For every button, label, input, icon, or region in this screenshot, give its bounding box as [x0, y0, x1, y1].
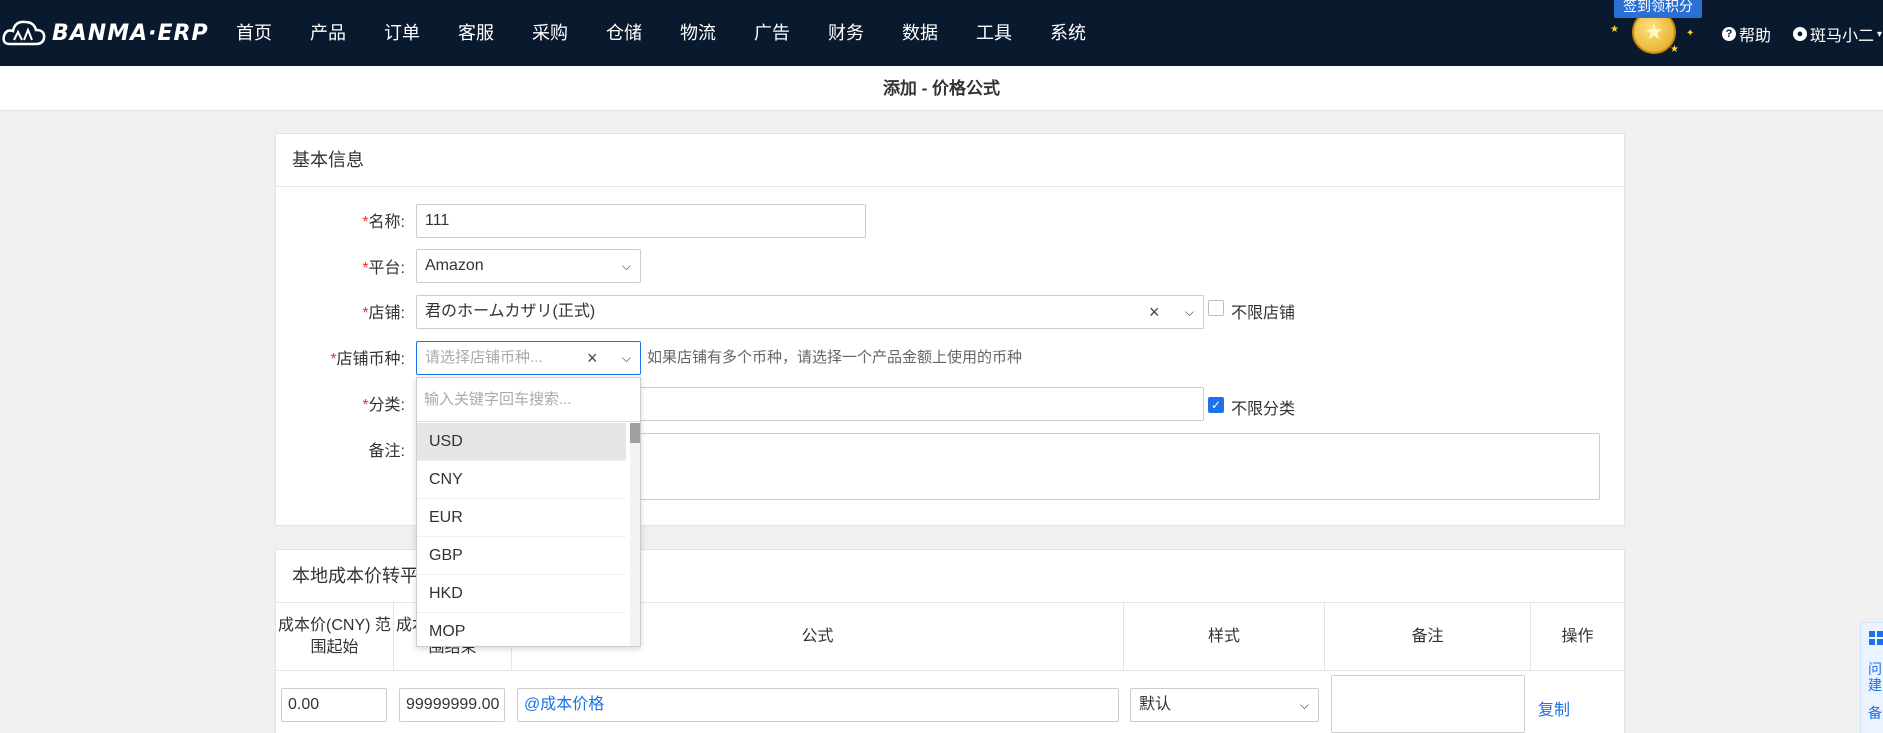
platform-label-text: 平台:: [368, 260, 405, 277]
chevron-down-icon: ▾: [1877, 28, 1883, 40]
col-remark-header: 备注: [1325, 603, 1531, 671]
option-hkd[interactable]: HKD: [417, 575, 626, 613]
name-input[interactable]: 111: [416, 204, 866, 238]
help-label: 帮助: [1739, 28, 1772, 45]
menu-finance[interactable]: 财务: [828, 0, 864, 66]
question-icon: ?: [1722, 27, 1736, 41]
range-end-input[interactable]: 99999999.00: [399, 688, 505, 722]
menu-home[interactable]: 首页: [236, 0, 272, 66]
menu-purchase[interactable]: 采购: [532, 0, 568, 66]
category-unlimited-label: 不限分类: [1231, 401, 1296, 418]
widget-text-2: 备: [1868, 705, 1882, 721]
help-link[interactable]: ? 帮助: [1722, 22, 1771, 46]
formula-input[interactable]: @成本价格: [517, 688, 1119, 722]
shop-label: *店铺:: [265, 299, 405, 323]
feedback-widget[interactable]: 问建 备: [1860, 622, 1883, 733]
remark-label: 备注:: [368, 443, 405, 460]
platform-select[interactable]: Amazon ⌵: [416, 249, 641, 283]
sparkle-icon: ★: [1670, 44, 1679, 55]
dropdown-options: USD CNY EUR GBP HKD MOP: [417, 423, 630, 646]
grid-icon: [1869, 631, 1883, 645]
platform-value: Amazon: [425, 257, 484, 274]
col-style-header: 样式: [1124, 603, 1325, 671]
option-mop[interactable]: MOP: [417, 613, 626, 646]
option-eur[interactable]: EUR: [417, 499, 626, 537]
style-value: 默认: [1139, 696, 1172, 713]
page-title: 添加 - 价格公式: [0, 66, 1883, 111]
top-navbar: BANMA·ERP 首页 产品 订单 客服 采购 仓储 物流 广告 财务 数据 …: [0, 0, 1883, 66]
option-gbp[interactable]: GBP: [417, 537, 626, 575]
currency-label-text: 店铺币种:: [336, 351, 405, 368]
chevron-down-icon: ⌵: [621, 259, 631, 273]
checkin-badge[interactable]: ★ 签到领积分 ★ ★ ✦: [1594, 0, 1704, 60]
menu-products[interactable]: 产品: [310, 0, 346, 66]
menu-system[interactable]: 系统: [1050, 0, 1086, 66]
menu-data[interactable]: 数据: [902, 0, 938, 66]
main-menu: 首页 产品 订单 客服 采购 仓储 物流 广告 财务 数据 工具 系统: [236, 0, 1124, 66]
shop-select[interactable]: 君のホームカザリ(正式) × ⌵: [416, 295, 1204, 329]
user-icon: ●: [1793, 27, 1807, 41]
menu-logistics[interactable]: 物流: [680, 0, 716, 66]
menu-ads[interactable]: 广告: [754, 0, 790, 66]
dropdown-search-input[interactable]: 输入关键字回车搜索...: [417, 378, 640, 422]
logo[interactable]: BANMA·ERP: [2, 14, 209, 52]
shop-value: 君のホームカザリ(正式): [425, 303, 596, 320]
copy-row-link[interactable]: 复制: [1538, 696, 1570, 720]
menu-service[interactable]: 客服: [458, 0, 494, 66]
checkin-badge-label: 签到领积分: [1614, 0, 1702, 18]
currency-label: *店铺币种:: [265, 345, 405, 369]
category-label-text: 分类:: [368, 397, 405, 414]
currency-hint: 如果店铺有多个币种，请选择一个产品金额上使用的币种: [647, 349, 1023, 366]
menu-tools[interactable]: 工具: [976, 0, 1012, 66]
basic-info-heading: 基本信息: [276, 134, 1624, 187]
sparkle-icon: ★: [1610, 24, 1619, 35]
chevron-down-icon: ⌵: [1299, 698, 1309, 712]
name-label: *名称:: [265, 208, 405, 232]
name-label-text: 名称:: [368, 214, 405, 231]
user-name: 斑马小二: [1810, 28, 1875, 45]
logo-text: BANMA·ERP: [52, 20, 209, 46]
option-usd[interactable]: USD: [417, 423, 626, 461]
menu-warehouse[interactable]: 仓储: [606, 0, 642, 66]
chevron-down-icon: ⌵: [1184, 305, 1194, 319]
chevron-down-icon: ⌵: [621, 351, 631, 365]
shop-unlimited-checkbox[interactable]: [1208, 300, 1224, 316]
category-unlimited-checkbox[interactable]: ✓: [1208, 397, 1224, 413]
currency-select[interactable]: 请选择店铺币种... × ⌵: [416, 341, 641, 375]
dropdown-scrollbar[interactable]: [630, 423, 640, 646]
col-ops-header: 操作: [1561, 628, 1594, 645]
menu-orders[interactable]: 订单: [384, 0, 420, 66]
widget-text-1: 问建: [1868, 661, 1882, 693]
clear-icon[interactable]: ×: [587, 342, 598, 374]
cloud-logo-icon: [2, 20, 46, 46]
dropdown-scroll-thumb[interactable]: [630, 423, 640, 443]
shop-label-text: 店铺:: [368, 305, 405, 322]
row-remark-input[interactable]: [1331, 675, 1525, 733]
category-label: *分类:: [265, 391, 405, 415]
currency-dropdown: 输入关键字回车搜索... USD CNY EUR GBP HKD MOP: [416, 377, 641, 647]
col-start-header: 成本价(CNY) 范围起始: [276, 603, 394, 671]
clear-icon[interactable]: ×: [1149, 296, 1160, 328]
user-menu[interactable]: ● 斑马小二 ▾: [1793, 22, 1882, 46]
range-start-input[interactable]: 0.00: [281, 688, 387, 722]
sparkle-icon: ✦: [1686, 28, 1695, 39]
shop-unlimited-label: 不限店铺: [1231, 305, 1296, 322]
currency-placeholder: 请选择店铺币种...: [425, 349, 543, 366]
platform-label: *平台:: [265, 254, 405, 278]
style-select[interactable]: 默认 ⌵: [1130, 688, 1319, 722]
option-cny[interactable]: CNY: [417, 461, 626, 499]
